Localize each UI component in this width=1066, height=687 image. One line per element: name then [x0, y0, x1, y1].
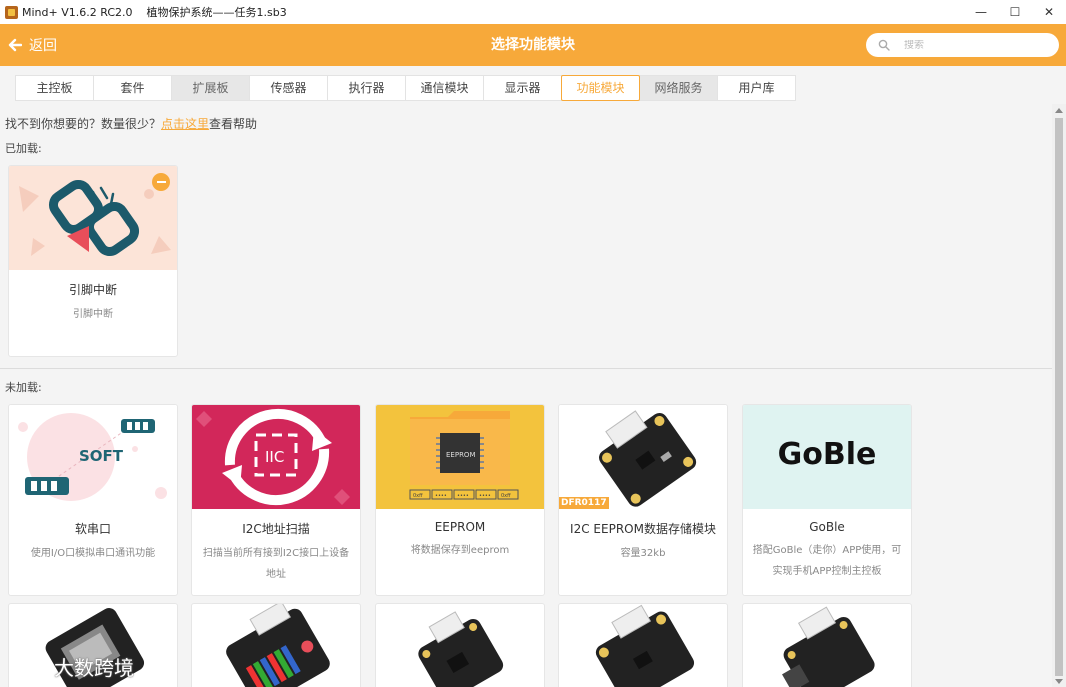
- module-description: 扫描当前所有接到I2C接口上设备地址: [202, 548, 350, 580]
- eeprom-chip-icon: EEPROM 0xff •••• •••• •••• 0xff: [409, 411, 519, 500]
- module-description: 引脚中断: [73, 309, 113, 320]
- tab-expansion-board[interactable]: 扩展板: [171, 75, 250, 101]
- section-divider: [0, 368, 1052, 369]
- tab-function-modules[interactable]: 功能模块: [561, 75, 640, 101]
- search-box[interactable]: [866, 33, 1059, 57]
- module-card-i2c-eeprom[interactable]: DFR0117 I2C EEPROM数据存储模块 容量32kb: [558, 404, 728, 596]
- gpio-board-icon: [226, 604, 330, 687]
- watermark-logo-icon: [9, 657, 49, 676]
- window-titlebar: Mind+ V1.6.2 RC2.0 植物保护系统——任务1.sb3 — ☐ ✕: [0, 0, 1066, 24]
- unloaded-section-label: 未加载:: [5, 381, 42, 394]
- scroll-thumb[interactable]: [1055, 118, 1063, 676]
- module-card-pin-interrupt[interactable]: 引脚中断 引脚中断: [8, 165, 178, 357]
- module-name: 引脚中断: [68, 283, 117, 297]
- remove-module-button[interactable]: [152, 173, 170, 191]
- module-description: 搭配GoBle（走你）APP使用，可实现手机APP控制主控板: [752, 545, 902, 577]
- scroll-up-icon[interactable]: [1055, 108, 1063, 113]
- eeprom-chip-label: EEPROM: [446, 451, 475, 459]
- tab-actuators[interactable]: 执行器: [327, 75, 406, 101]
- module-name: GoBle: [809, 520, 845, 534]
- arrow-left-icon: [8, 38, 22, 52]
- module-thumbnail: [9, 166, 177, 270]
- circuit-board-icon: [599, 410, 697, 507]
- scroll-down-icon[interactable]: [1055, 679, 1063, 684]
- module-card-eeprom[interactable]: EEPROM 0xff •••• •••• •••• 0xff EEPROM 将…: [375, 404, 545, 596]
- module-card[interactable]: [742, 603, 912, 687]
- soft-label: SOFT: [79, 447, 124, 465]
- close-button[interactable]: ✕: [1032, 0, 1066, 24]
- module-name: I2C EEPROM数据存储模块: [570, 522, 716, 536]
- module-card-soft-serial[interactable]: SOFT 软串口 使用I/O口模拟串口通讯功能: [8, 404, 178, 596]
- i2c-scan-icon: IIC: [196, 408, 350, 506]
- module-description: 将数据保存到eeprom: [410, 545, 510, 556]
- tab-kits[interactable]: 套件: [93, 75, 172, 101]
- eeprom-cell-label: 0xff: [501, 493, 511, 499]
- eeprom-cell-label: ••••: [435, 493, 447, 499]
- category-tabs: 主控板 套件 扩展板 传感器 执行器 通信模块 显示器 功能模块 网络服务 用户…: [15, 75, 796, 101]
- module-card-i2c-scan[interactable]: IIC I2C地址扫描 扫描当前所有接到I2C接口上设备地址: [191, 404, 361, 596]
- watermark: 大数跨境: [8, 652, 134, 681]
- maximize-button[interactable]: ☐: [998, 0, 1032, 24]
- search-icon: [878, 39, 890, 51]
- hint-prefix: 找不到你想要的？数量很少？: [5, 117, 162, 131]
- module-description: 容量32kb: [620, 548, 666, 559]
- tab-main-board[interactable]: 主控板: [15, 75, 94, 101]
- module-name: 软串口: [74, 522, 111, 536]
- tab-displays[interactable]: 显示器: [483, 75, 562, 101]
- window-controls: — ☐ ✕: [964, 0, 1066, 24]
- tab-network-services[interactable]: 网络服务: [639, 75, 718, 101]
- back-button[interactable]: 返回: [8, 24, 57, 66]
- app-logo-icon: [5, 5, 18, 19]
- header-bar: 返回 选择功能模块: [0, 24, 1066, 66]
- tab-sensors[interactable]: 传感器: [249, 75, 328, 101]
- eeprom-cell-label: ••••: [479, 493, 491, 499]
- module-description: 使用I/O口模拟串口通讯功能: [30, 548, 156, 559]
- window-title: Mind+ V1.6.2 RC2.0 植物保护系统——任务1.sb3: [22, 6, 287, 19]
- module-name: I2C地址扫描: [242, 522, 310, 536]
- vertical-scrollbar[interactable]: [1052, 104, 1066, 687]
- tab-user-library[interactable]: 用户库: [717, 75, 796, 101]
- module-name: EEPROM: [434, 520, 486, 534]
- help-link[interactable]: 点击这里: [161, 117, 209, 131]
- module-thumbnail: GoBle: [743, 405, 911, 509]
- hint-suffix: 查看帮助: [209, 117, 258, 131]
- eeprom-cell-label: ••••: [457, 493, 469, 499]
- search-input[interactable]: [904, 39, 1054, 51]
- module-card[interactable]: [558, 603, 728, 687]
- sensor-board-icon: [418, 611, 504, 687]
- module-thumbnail: SOFT: [9, 405, 177, 509]
- module-card[interactable]: [375, 603, 545, 687]
- connector-board-icon: [782, 606, 875, 687]
- iic-label: IIC: [265, 448, 284, 466]
- watermark-text: 大数跨境: [54, 656, 134, 680]
- help-hint: 找不到你想要的？数量很少？点击这里查看帮助: [5, 115, 257, 132]
- module-thumbnail: DFR0117: [559, 405, 727, 509]
- tab-communication[interactable]: 通信模块: [405, 75, 484, 101]
- back-label: 返回: [29, 38, 57, 54]
- minimize-button[interactable]: —: [964, 0, 998, 24]
- module-thumbnail: IIC: [192, 405, 360, 509]
- module-thumbnail: EEPROM 0xff •••• •••• •••• 0xff: [376, 405, 544, 509]
- soft-serial-icon: SOFT: [18, 413, 167, 501]
- goble-logo-text: GoBle: [777, 437, 877, 472]
- module-card-goble[interactable]: GoBle GoBle 搭配GoBle（走你）APP使用，可实现手机APP控制主…: [742, 404, 912, 596]
- loaded-section-label: 已加载:: [5, 142, 42, 155]
- module-board-icon: [595, 604, 695, 687]
- product-code-tag: DFR0117: [559, 497, 609, 509]
- module-card[interactable]: [191, 603, 361, 687]
- eeprom-cell-label: 0xff: [413, 493, 423, 499]
